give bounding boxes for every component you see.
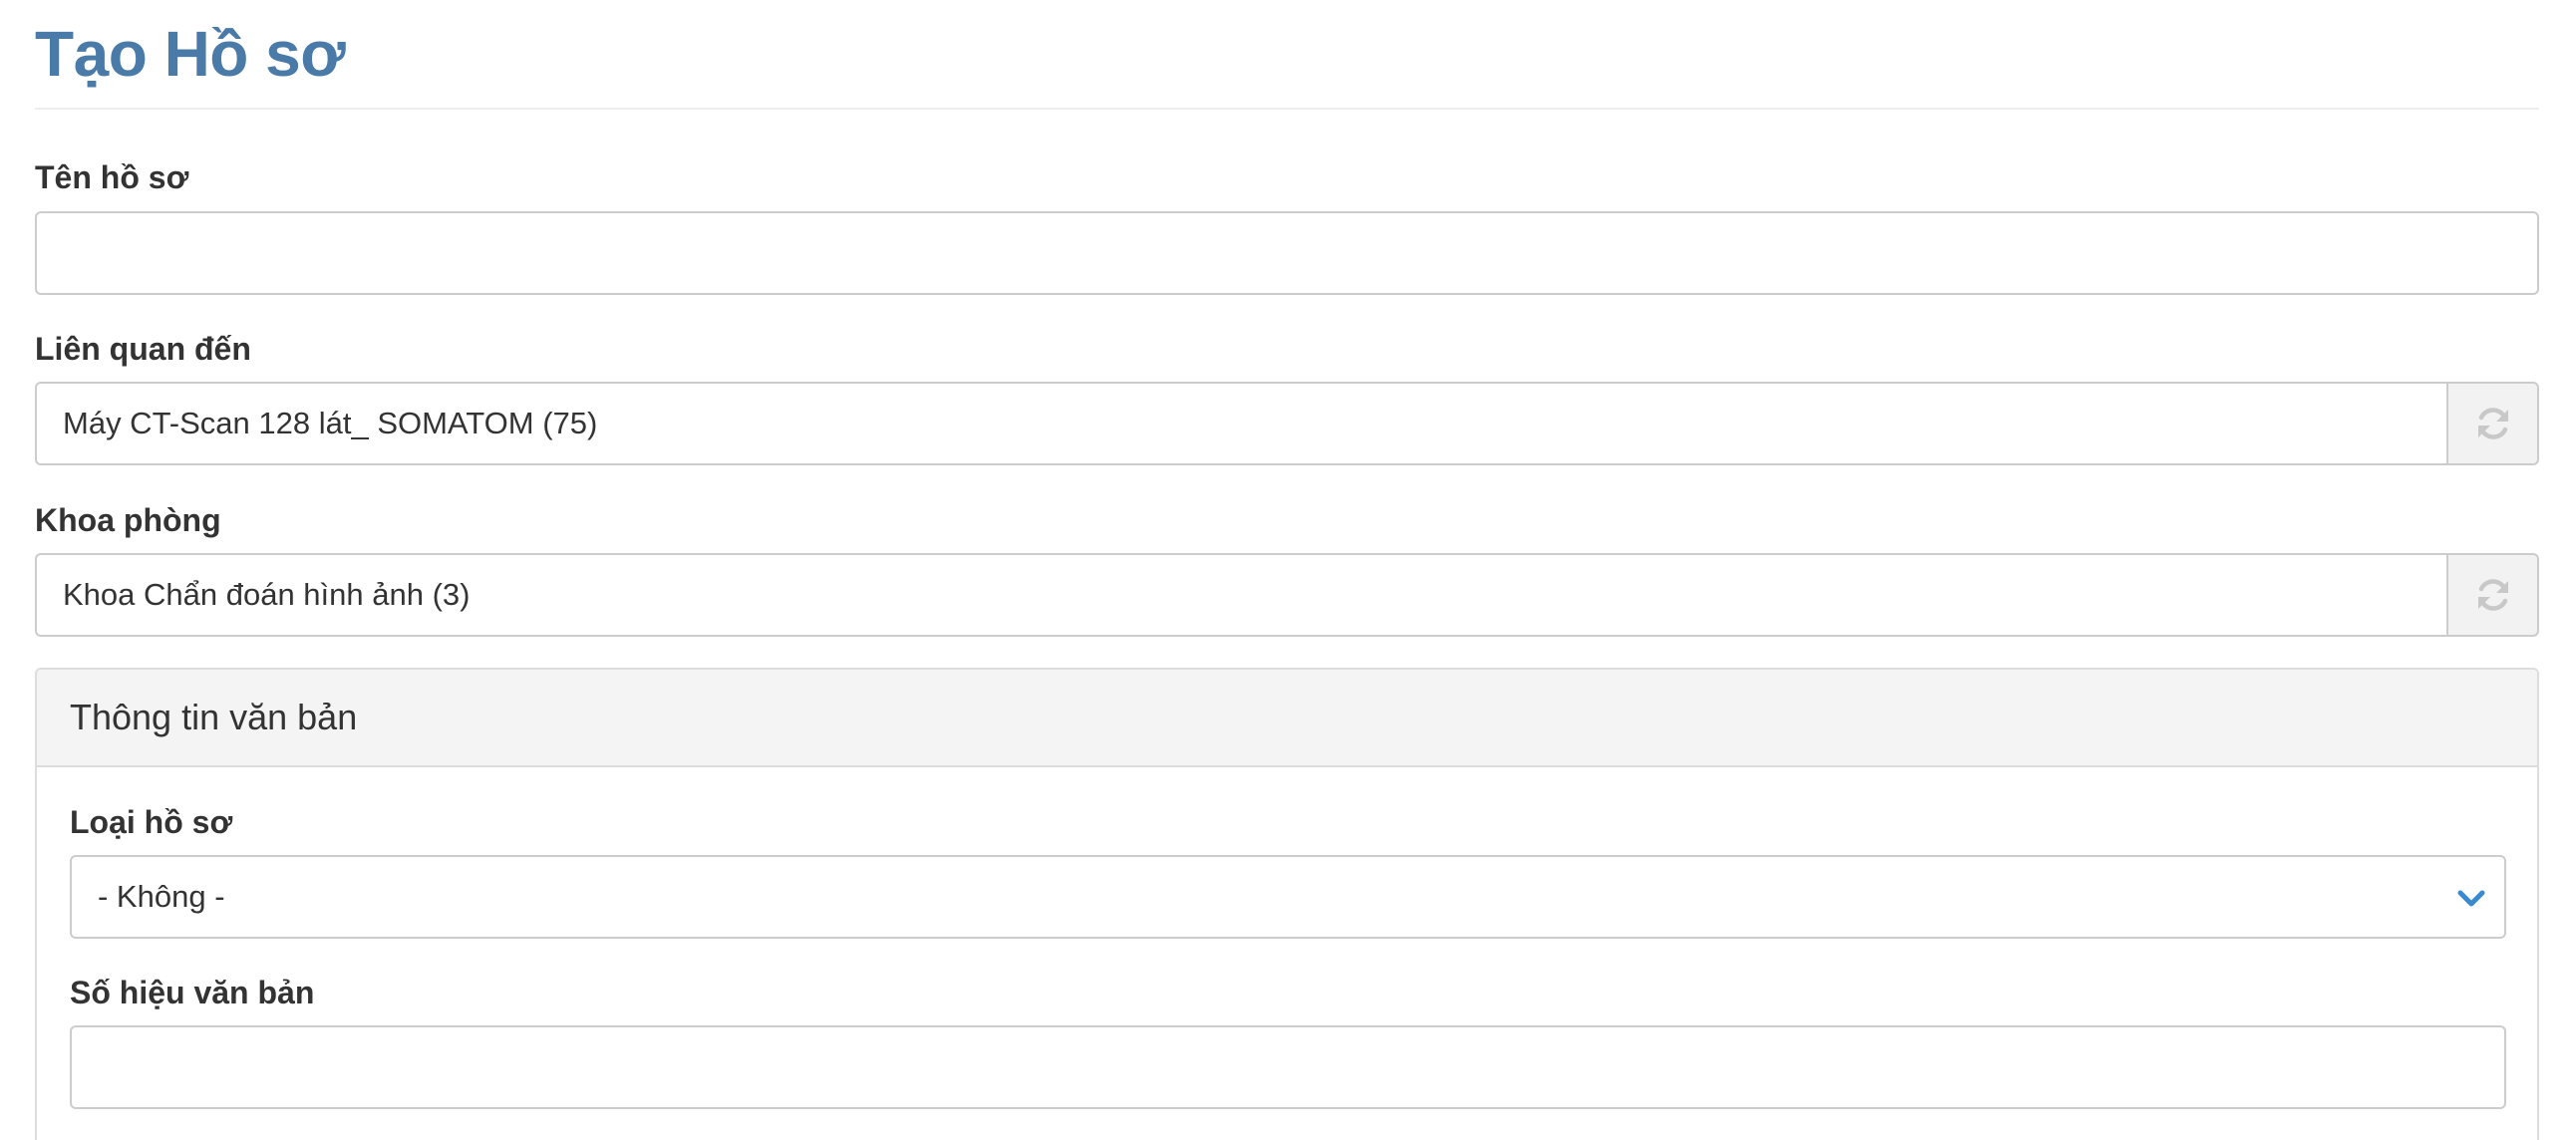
- document-number-label: Số hiệu văn bản: [70, 975, 315, 1010]
- department-refresh-button[interactable]: [2446, 553, 2539, 637]
- record-name-input[interactable]: [35, 211, 2539, 295]
- record-type-label: Loại hồ sơ: [70, 804, 233, 840]
- refresh-icon: [2477, 408, 2508, 439]
- related-to-field[interactable]: Máy CT-Scan 128 lát_ SOMATOM (75): [35, 382, 2446, 465]
- chevron-down-icon: [2457, 890, 2485, 907]
- document-info-panel: Thông tin văn bản Loại hồ sơ - Không - S…: [35, 668, 2539, 1140]
- related-to-refresh-button[interactable]: [2446, 382, 2539, 465]
- document-number-input[interactable]: [70, 1025, 2506, 1109]
- department-group: Khoa Chẩn đoán hình ảnh (3): [35, 553, 2539, 637]
- record-type-select[interactable]: - Không -: [70, 855, 2506, 939]
- panel-heading: Thông tin văn bản: [37, 670, 2537, 767]
- department-label: Khoa phòng: [35, 502, 221, 538]
- record-name-label: Tên hồ sơ: [35, 159, 189, 195]
- refresh-icon: [2477, 579, 2508, 611]
- create-record-page: Tạo Hồ sơ Tên hồ sơ Liên quan đến Máy CT…: [0, 0, 2576, 1140]
- page-title: Tạo Hồ sơ: [35, 18, 346, 90]
- related-to-group: Máy CT-Scan 128 lát_ SOMATOM (75): [35, 382, 2539, 465]
- related-to-label: Liên quan đến: [35, 331, 251, 367]
- department-field[interactable]: Khoa Chẩn đoán hình ảnh (3): [35, 553, 2446, 637]
- title-divider: [35, 108, 2539, 110]
- record-type-selected-value: - Không -: [98, 879, 225, 914]
